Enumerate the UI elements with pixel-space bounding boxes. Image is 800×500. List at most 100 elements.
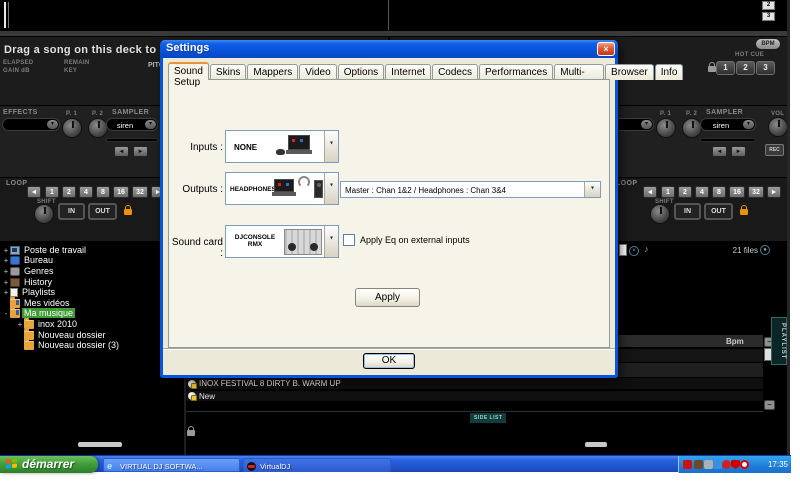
tab-info[interactable]: Info	[655, 64, 684, 80]
rec-button[interactable]: REC	[765, 144, 784, 156]
taskbar-button-virtualdj[interactable]: VirtualDJ	[243, 458, 391, 472]
tree-expander[interactable]: +	[2, 246, 10, 255]
tree-item-ma-musique[interactable]: - Ma musique	[2, 308, 75, 318]
soundcard-combo[interactable]: DJCONSOLERMX	[225, 225, 339, 258]
dropdown-arrow-icon[interactable]	[47, 120, 58, 129]
tab-video[interactable]: Video	[299, 64, 336, 80]
pitch-lock-icon[interactable]	[708, 66, 716, 72]
p2-knob-left[interactable]	[88, 118, 108, 138]
loop-out-button[interactable]: OUT	[704, 203, 733, 220]
dropdown-arrow-icon[interactable]	[324, 226, 338, 257]
dropdown-arrow-icon[interactable]	[743, 120, 754, 129]
shift-knob-left[interactable]	[34, 204, 54, 224]
browser-lock-icon[interactable]	[187, 430, 195, 436]
loop-4-button[interactable]: 4	[79, 186, 93, 198]
sampler-slider-right[interactable]	[700, 138, 756, 142]
playlist-side-tab[interactable]: PLAYLIST	[771, 317, 787, 365]
loop-8-button[interactable]: 8	[712, 186, 726, 198]
loop-out-button[interactable]: OUT	[88, 203, 117, 220]
p1-knob-left[interactable]	[62, 118, 82, 138]
dropdown-arrow-icon[interactable]	[324, 131, 338, 162]
list-hscrollbar-thumb[interactable]	[585, 442, 607, 447]
loop-1-button[interactable]: 1	[45, 186, 59, 198]
search-field-edge[interactable]	[619, 244, 627, 256]
loop-32-button[interactable]: 32	[748, 186, 764, 198]
skin-button-3[interactable]: 3	[762, 12, 775, 21]
tab-options[interactable]: Options	[338, 64, 384, 80]
tray-avira-icon[interactable]	[740, 460, 749, 469]
start-button[interactable]: démarrer	[0, 456, 98, 473]
effects-select-left[interactable]	[2, 118, 60, 131]
side-list-badge[interactable]: SIDE LIST	[470, 413, 506, 423]
hot-cue-button-2[interactable]: 2	[736, 61, 755, 75]
tree-item-bureau[interactable]: + Bureau	[2, 255, 55, 265]
loop-1-button[interactable]: 1	[661, 186, 675, 198]
music-note-icon[interactable]: ♪	[644, 244, 649, 254]
dropdown-arrow-icon[interactable]	[641, 120, 652, 129]
loop-lock-icon[interactable]	[740, 209, 748, 215]
tab-browser[interactable]: Browser	[605, 64, 654, 80]
tree-item-playlists[interactable]: + Playlists	[2, 287, 57, 297]
dialog-titlebar[interactable]: Settings ×	[160, 40, 618, 58]
sampler-next-icon[interactable]: ►	[133, 146, 148, 157]
tray-alert-icon[interactable]	[722, 460, 731, 469]
apply-button[interactable]: Apply	[355, 288, 420, 307]
shift-knob-right[interactable]	[650, 204, 670, 224]
loop-2-button[interactable]: 2	[678, 186, 692, 198]
loop-double-icon[interactable]: ►	[767, 186, 781, 198]
tab-internet[interactable]: Internet	[385, 64, 431, 80]
sampler-prev-icon[interactable]: ◄	[114, 146, 129, 157]
tab-skins[interactable]: Skins	[210, 64, 246, 80]
tree-item-inox-2010[interactable]: + inox 2010	[16, 319, 79, 329]
tree-item-nouveau-dossier[interactable]: Nouveau dossier	[16, 330, 108, 340]
outputs-combo[interactable]: HEADPHONES	[225, 172, 339, 205]
playlist-row-new[interactable]: New	[186, 391, 763, 402]
tree-expander[interactable]: +	[2, 267, 10, 276]
playlist-row-inox[interactable]: INOX FESTIVAL 8 DIRTY B. WARM UP	[186, 378, 763, 390]
tree-expander[interactable]: +	[2, 288, 10, 297]
sampler-prev-icon[interactable]: ◄	[712, 146, 727, 157]
tree-expander[interactable]: +	[2, 256, 10, 265]
dropdown-arrow-icon[interactable]	[584, 182, 600, 197]
scroll-down-button[interactable]: −	[764, 400, 775, 410]
loop-halve-icon[interactable]: ◄	[643, 186, 657, 198]
tree-item-genres[interactable]: + Genres	[2, 266, 56, 276]
tray-volume-icon[interactable]	[704, 460, 713, 469]
tree-hscrollbar-thumb[interactable]	[78, 442, 122, 447]
hot-cue-button-1[interactable]: 1	[716, 61, 735, 75]
tab-mappers[interactable]: Mappers	[247, 64, 298, 80]
tab-performances[interactable]: Performances	[479, 64, 553, 80]
tray-app-icon[interactable]	[694, 460, 703, 469]
tree-expander[interactable]: +	[2, 278, 10, 287]
tray-shield-icon[interactable]	[731, 460, 740, 469]
sampler-select-right[interactable]: siren	[700, 118, 756, 131]
tree-expander[interactable]: +	[16, 320, 24, 329]
dropdown-arrow-icon[interactable]	[324, 173, 338, 204]
tree-item-nouveau-dossier-3[interactable]: Nouveau dossier (3)	[16, 340, 121, 350]
loop-in-button[interactable]: IN	[674, 203, 701, 220]
loop-32-button[interactable]: 32	[132, 186, 148, 198]
loop-halve-icon[interactable]: ◄	[27, 186, 41, 198]
output-routing-select[interactable]: Master : Chan 1&2 / Headphones : Chan 3&…	[340, 181, 601, 198]
taskbar-button-virtual-dj-software[interactable]: e VIRTUAL DJ SOFTWA...	[103, 458, 240, 472]
tray-pdf-icon[interactable]	[683, 460, 692, 469]
tab-multi-instance[interactable]: Multi-Instance	[554, 64, 604, 80]
inputs-combo[interactable]: NONE	[225, 130, 339, 163]
bpm-column-header[interactable]: Bpm	[726, 337, 744, 346]
tab-sound-setup[interactable]: Sound Setup	[168, 62, 209, 80]
loop-8-button[interactable]: 8	[96, 186, 110, 198]
apply-eq-checkbox[interactable]	[343, 234, 355, 246]
loop-16-button[interactable]: 16	[113, 186, 129, 198]
ok-button[interactable]: OK	[363, 353, 415, 369]
tray-network-icon[interactable]	[713, 460, 722, 469]
files-filter-icon[interactable]: ●	[760, 245, 770, 255]
clear-search-icon[interactable]: ×	[629, 246, 639, 256]
dropdown-arrow-icon[interactable]	[145, 120, 156, 129]
p1-knob-right[interactable]	[656, 118, 676, 138]
skin-button-2[interactable]: 2	[762, 1, 775, 10]
loop-in-button[interactable]: IN	[58, 203, 85, 220]
loop-4-button[interactable]: 4	[695, 186, 709, 198]
hot-cue-button-3[interactable]: 3	[756, 61, 775, 75]
close-icon[interactable]: ×	[597, 42, 615, 56]
tree-item-poste-de-travail[interactable]: + Poste de travail	[2, 245, 88, 255]
